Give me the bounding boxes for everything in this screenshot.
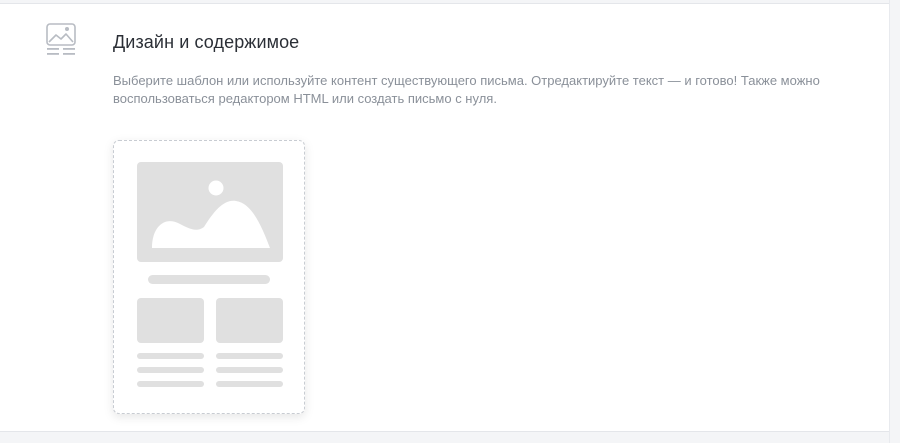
section-title: Дизайн и содержимое [113, 32, 300, 52]
section-description: Выберите шаблон или используйте контент … [113, 73, 820, 106]
email-template-placeholder [137, 162, 283, 387]
page-background [0, 432, 889, 443]
text-line-placeholder [137, 381, 204, 387]
block-placeholder-left [137, 298, 204, 343]
scrollbar-gutter [889, 0, 900, 443]
text-line-placeholder [137, 353, 204, 359]
block-placeholder-right [216, 298, 283, 343]
design-content-panel: Дизайн и содержимое Выберите шаблон или … [0, 3, 889, 432]
text-line-placeholder [137, 367, 204, 373]
template-select-card[interactable] [113, 140, 305, 414]
text-line-placeholder [216, 353, 283, 359]
email-design-icon [44, 22, 78, 60]
text-line-placeholder [216, 381, 283, 387]
sun-icon [208, 180, 224, 196]
text-line-placeholder [216, 367, 283, 373]
text-line-placeholder [148, 275, 270, 284]
